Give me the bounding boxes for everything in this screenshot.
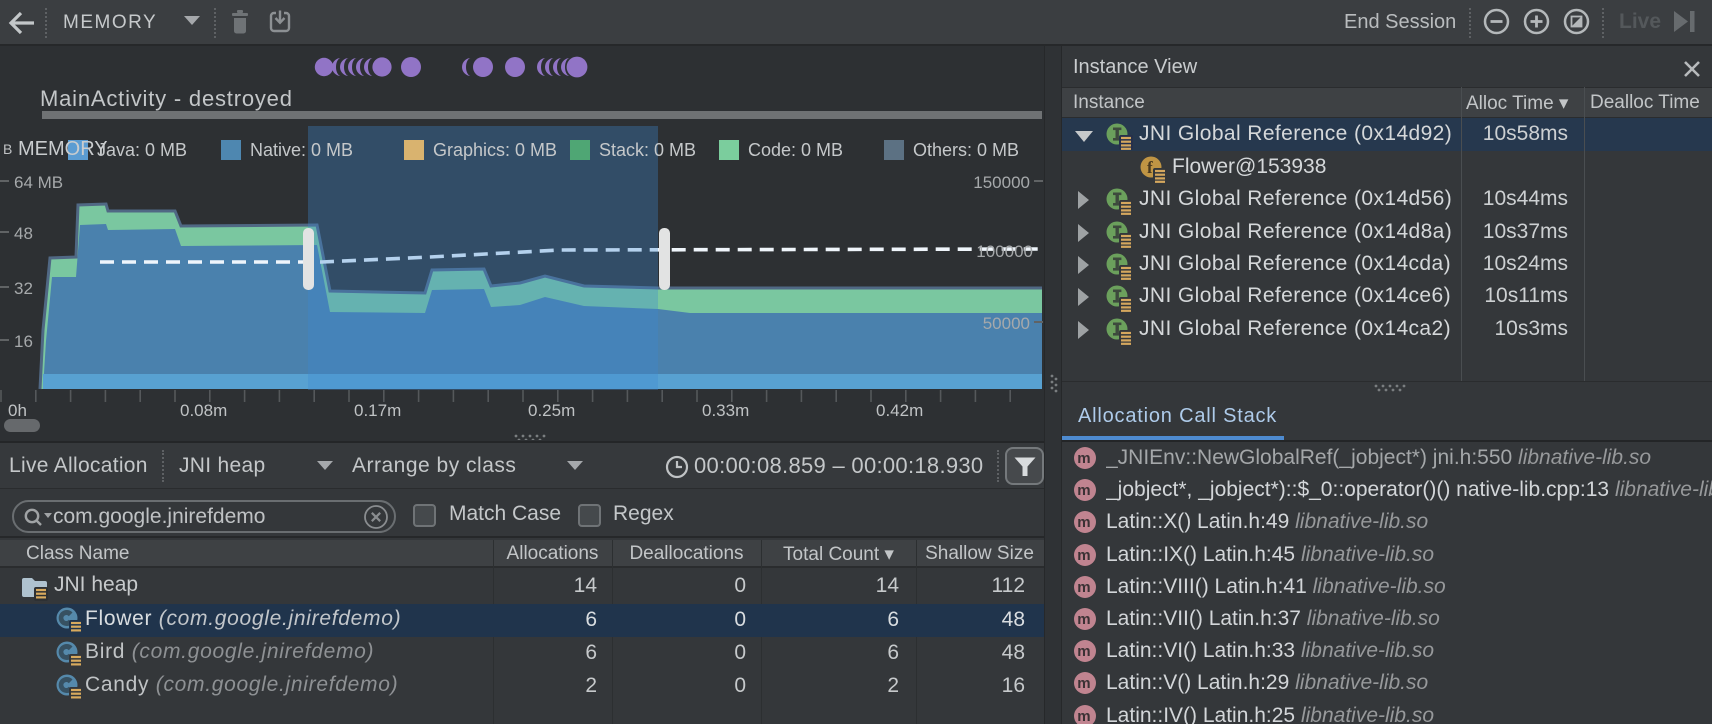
svg-text:0h: 0h: [8, 401, 27, 420]
svg-text:m: m: [1077, 611, 1090, 628]
svg-text:16: 16: [14, 332, 33, 351]
svg-text:m: m: [1077, 514, 1090, 531]
svg-text:m: m: [1077, 579, 1090, 596]
svg-text:m: m: [1077, 547, 1090, 564]
svg-text:m: m: [1077, 708, 1090, 724]
svg-text:64 MB: 64 MB: [14, 173, 63, 192]
svg-text:0.17m: 0.17m: [354, 401, 401, 420]
svg-text:m: m: [1077, 675, 1090, 692]
svg-text:m: m: [1077, 450, 1090, 467]
svg-text:100000: 100000: [976, 242, 1033, 261]
svg-text:0.25m: 0.25m: [528, 401, 575, 420]
svg-text:0.08m: 0.08m: [180, 401, 227, 420]
svg-text:f: f: [1147, 158, 1153, 177]
svg-text:0.42m: 0.42m: [876, 401, 923, 420]
svg-text:m: m: [1077, 482, 1090, 499]
svg-text:32: 32: [14, 279, 33, 298]
svg-text:48: 48: [14, 224, 33, 243]
svg-text:50000: 50000: [983, 314, 1030, 333]
svg-text:150000: 150000: [973, 173, 1030, 192]
svg-text:m: m: [1077, 643, 1090, 660]
svg-text:0.33m: 0.33m: [702, 401, 749, 420]
